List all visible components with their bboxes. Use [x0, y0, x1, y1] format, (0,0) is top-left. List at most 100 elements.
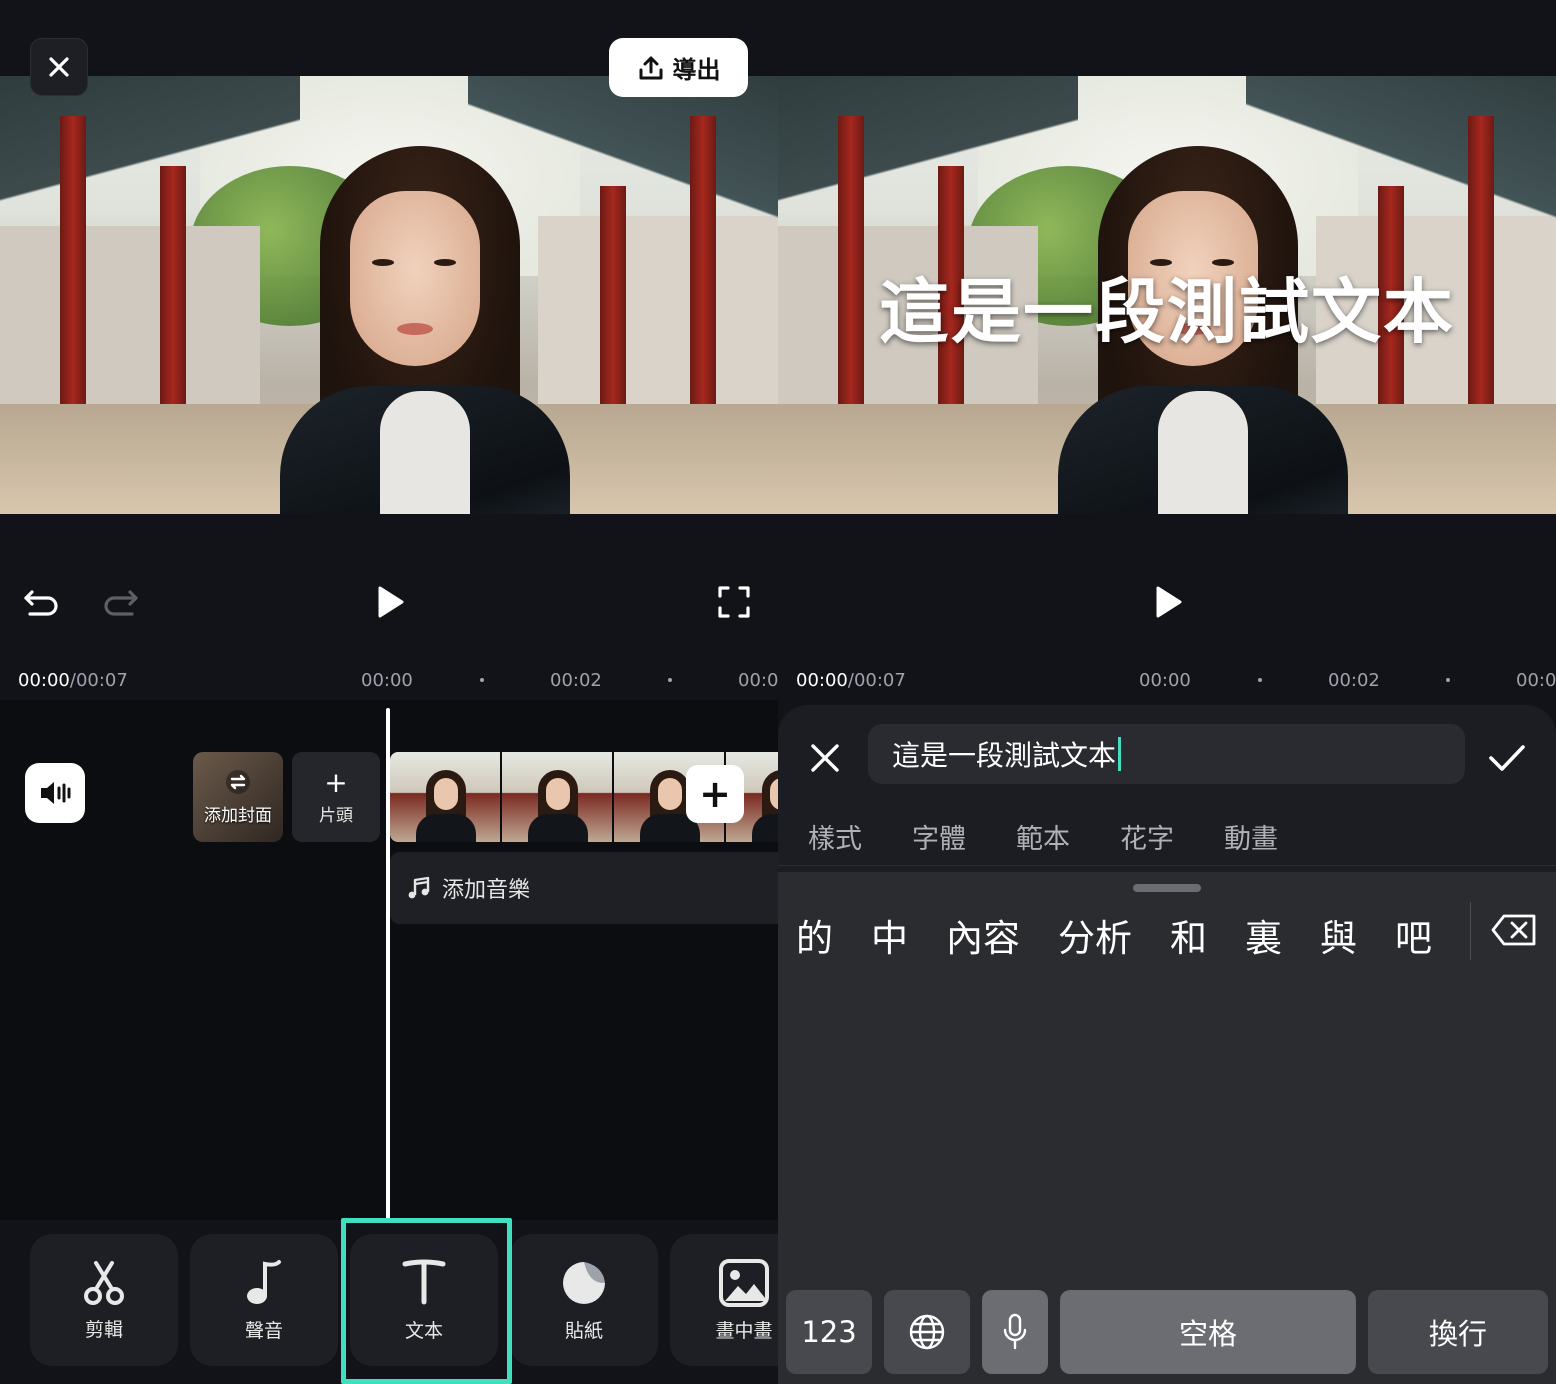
tool-label: 貼紙 — [564, 1319, 603, 1342]
backspace-key[interactable] — [1490, 912, 1540, 952]
tool-audio[interactable]: 聲音 — [190, 1234, 338, 1366]
play-button[interactable] — [368, 580, 412, 624]
numbers-key-label: 123 — [801, 1315, 857, 1349]
fullscreen-icon — [718, 586, 750, 618]
add-clip-button[interactable]: + — [686, 765, 744, 823]
time-readout: 00:00/00:07 — [18, 670, 128, 691]
play-icon — [378, 586, 404, 618]
playhead[interactable] — [386, 708, 390, 1220]
add-cover-label: 添加封面 — [204, 805, 272, 826]
tab-template[interactable]: 範本 — [1016, 817, 1070, 856]
video-preview[interactable]: 這是一段測試文本 — [778, 76, 1556, 514]
redo-button[interactable] — [98, 580, 142, 624]
add-cover-button[interactable]: 添加封面 — [193, 752, 283, 842]
numbers-key[interactable]: 123 — [786, 1290, 872, 1374]
close-icon — [811, 744, 839, 772]
candidate-word[interactable]: 和 — [1170, 908, 1231, 962]
preview-roof-left — [778, 76, 1078, 236]
language-key[interactable] — [884, 1290, 970, 1374]
tool-sticker[interactable]: 貼紙 — [510, 1234, 658, 1366]
preview-roof-left — [0, 76, 300, 236]
close-icon — [49, 57, 69, 77]
plus-icon: + — [699, 772, 731, 816]
ruler-dot — [1258, 678, 1262, 682]
tool-label: 剪輯 — [84, 1318, 123, 1341]
tool-cut[interactable]: 剪輯 — [30, 1234, 178, 1366]
swap-icon — [226, 769, 250, 794]
confirm-text-button[interactable] — [1484, 735, 1530, 781]
return-key-label: 換行 — [1428, 1317, 1487, 1351]
music-note-icon — [247, 1259, 281, 1304]
add-music-track[interactable]: 添加音樂 — [390, 852, 778, 924]
tab-fancy-text[interactable]: 花字 — [1120, 817, 1174, 856]
play-icon — [1156, 586, 1182, 618]
add-intro-button[interactable]: + 片頭 — [292, 752, 380, 842]
tool-picture-in-picture[interactable]: 畫中畫 — [670, 1234, 778, 1366]
candidate-word[interactable]: 與 — [1320, 908, 1381, 962]
space-key-label: 空格 — [1178, 1317, 1237, 1351]
editor-main-panel: 導出 00:00/00:07 00:00 00:02 00:0 添加封面 + 片… — [0, 0, 778, 1384]
undo-button[interactable] — [20, 580, 64, 624]
sticker-icon — [563, 1261, 605, 1304]
ruler-tick: 00:02 — [1328, 670, 1380, 691]
keyboard-bottom-row: 123 空格 換行 — [786, 1290, 1548, 1374]
speaker-icon — [41, 782, 71, 804]
current-time: 00:00 — [18, 670, 70, 691]
tab-font[interactable]: 字體 — [912, 817, 966, 856]
current-time: 00:00 — [796, 670, 848, 691]
ruler-dot — [480, 678, 484, 682]
redo-icon — [104, 590, 138, 616]
time-ruler[interactable]: 00:00/00:07 00:00 00:02 00:0 — [778, 660, 1556, 700]
preview-person — [280, 136, 570, 514]
text-input-field[interactable]: 這是一段測試文本 — [868, 724, 1465, 784]
candidate-word[interactable]: 的 — [796, 908, 857, 962]
candidate-word[interactable]: 裏 — [1245, 908, 1306, 962]
tool-label: 聲音 — [244, 1319, 283, 1342]
space-key[interactable]: 空格 — [1060, 1290, 1356, 1374]
cancel-text-button[interactable] — [802, 735, 848, 781]
candidate-bar: 的 中 內容 分析 和 裏 與 吧 — [796, 908, 1470, 962]
time-ruler[interactable]: 00:00/00:07 00:00 00:02 00:0 — [0, 660, 778, 700]
tabs-divider — [778, 865, 1556, 866]
ruler-tick: 00:0 — [1516, 670, 1556, 691]
fullscreen-button[interactable] — [712, 580, 756, 624]
picture-in-picture-icon — [719, 1258, 769, 1307]
candidate-word[interactable]: 分析 — [1058, 908, 1156, 962]
ruler-dot — [1446, 678, 1450, 682]
tool-label: 畫中畫 — [715, 1319, 773, 1342]
candidate-word[interactable]: 中 — [871, 908, 932, 962]
video-preview[interactable] — [0, 76, 778, 514]
candidate-divider — [1470, 902, 1471, 960]
ruler-tick: 00:02 — [550, 670, 602, 691]
tab-style[interactable]: 樣式 — [808, 817, 862, 856]
total-time: /00:07 — [847, 670, 906, 691]
keyboard-grabber[interactable] — [1133, 884, 1201, 892]
clip-thumbnail — [390, 752, 502, 842]
text-input-value: 這是一段測試文本 — [892, 739, 1117, 772]
ruler-dot — [668, 678, 672, 682]
text-editor-panel: 這是一段測試文本 00:00/00:07 00:00 00:02 00:0 這是… — [778, 0, 1556, 1384]
total-time: /00:07 — [69, 670, 128, 691]
add-intro-label: 片頭 — [319, 805, 353, 826]
selected-tool-highlight — [341, 1218, 512, 1384]
text-overlay[interactable]: 這是一段測試文本 — [778, 256, 1556, 357]
clip-thumbnail — [502, 752, 614, 842]
play-button[interactable] — [1146, 580, 1190, 624]
tab-animation[interactable]: 動畫 — [1224, 817, 1278, 856]
microphone-icon — [1003, 1313, 1027, 1350]
export-label: 導出 — [672, 56, 721, 84]
ruler-tick: 00:00 — [361, 670, 413, 691]
undo-icon — [24, 590, 58, 616]
candidate-word[interactable]: 吧 — [1395, 908, 1456, 962]
text-cursor — [1118, 737, 1122, 771]
dictation-key[interactable] — [982, 1290, 1048, 1374]
return-key[interactable]: 換行 — [1368, 1290, 1548, 1374]
keyboard: 的 中 內容 分析 和 裏 與 吧 123 空格 換行 — [778, 872, 1556, 1384]
candidate-word[interactable]: 內容 — [946, 908, 1044, 962]
scissors-icon — [84, 1260, 124, 1305]
close-button[interactable] — [30, 38, 88, 96]
mute-clip-audio-button[interactable] — [25, 763, 85, 823]
backspace-icon — [1491, 914, 1536, 946]
globe-icon — [909, 1314, 945, 1350]
export-button[interactable]: 導出 — [609, 38, 748, 97]
